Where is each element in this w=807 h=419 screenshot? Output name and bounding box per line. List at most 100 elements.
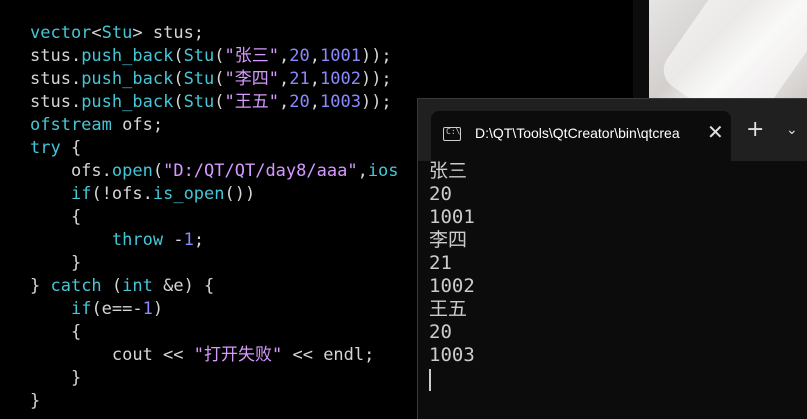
code-token: ( (173, 46, 184, 66)
code-line: vector<Stu> stus; (30, 22, 399, 45)
code-line: throw -1; (30, 229, 399, 252)
new-tab-button[interactable]: + (746, 119, 764, 141)
code-token: (e==- (91, 299, 143, 319)
code-token: << endl; (282, 345, 375, 365)
code-token: ( (101, 276, 123, 296)
code-token: push_back (81, 46, 174, 66)
terminal-output[interactable]: 张三 20 1001 李四 21 1002 王五 20 1003 (429, 160, 475, 367)
code-token: 1001 (320, 46, 361, 66)
code-token: Stu (183, 46, 215, 66)
code-token: 20 (289, 92, 310, 112)
code-line: } (30, 367, 399, 390)
close-icon[interactable]: ✕ (707, 122, 724, 142)
code-token: ) (152, 299, 164, 319)
background-shape (655, 0, 807, 100)
code-token: try (30, 138, 61, 158)
code-token: , (279, 69, 290, 89)
code-token: throw (111, 230, 164, 250)
code-line: ofs.open("D:/QT/QT/day8/aaa",ios (30, 160, 399, 183)
code-token: , (309, 46, 320, 66)
code-token: ( (152, 161, 164, 181)
code-token: "张三" (224, 46, 280, 66)
code-line: stus.push_back(Stu("张三",20,1001)); (30, 45, 399, 68)
code-token: "D:/QT/QT/day8/aaa" (163, 161, 358, 181)
code-line: if(!ofs.is_open()) (30, 183, 399, 206)
code-token: ( (214, 69, 225, 89)
code-token: } (30, 253, 82, 273)
code-text[interactable]: vector<Stu> stus; stus.push_back(Stu("张三"… (30, 22, 399, 413)
terminal-window[interactable]: C:\ D:\QT\Tools\QtCreator\bin\qtcreator_… (417, 98, 807, 419)
code-token: ( (214, 46, 225, 66)
code-token: Stu (183, 92, 215, 112)
code-line: cout << "打开失败" << endl; (30, 344, 399, 367)
code-token: "李四" (224, 69, 280, 89)
code-line: { (30, 321, 399, 344)
code-token: ofs. (30, 161, 112, 181)
desktop-background-image (633, 0, 807, 100)
code-token: )); (360, 46, 392, 66)
code-token: "王五" (224, 92, 280, 112)
background-photo (649, 0, 807, 100)
code-token: push_back (81, 92, 174, 112)
code-token: "打开失败" (193, 345, 283, 365)
code-token: push_back (81, 69, 174, 89)
code-token: { (30, 322, 82, 342)
output-line: 张三 (429, 160, 468, 182)
code-token: int (122, 276, 153, 296)
output-line: 1003 (429, 344, 475, 366)
terminal-tab[interactable]: C:\ D:\QT\Tools\QtCreator\bin\qtcreator_… (431, 111, 731, 161)
code-token: vector (30, 23, 92, 43)
output-line: 21 (429, 252, 452, 274)
code-token: 1 (142, 299, 153, 319)
output-line: 1002 (429, 275, 475, 297)
code-token: , (309, 69, 320, 89)
code-line: try { (30, 137, 399, 160)
code-token: stus. (30, 69, 82, 89)
code-token: if (70, 184, 92, 204)
code-token: )); (360, 92, 392, 112)
code-token: if (70, 299, 92, 319)
code-token: , (357, 161, 368, 181)
code-token: ofstream (30, 115, 112, 135)
code-token: ofs; (111, 115, 164, 135)
code-token: ( (173, 92, 184, 112)
terminal-tab-bar: C:\ D:\QT\Tools\QtCreator\bin\qtcreator_… (418, 99, 807, 161)
code-line: if(e==-1) (30, 298, 399, 321)
code-token: < (91, 23, 102, 43)
code-line: { (30, 206, 399, 229)
code-token: 1 (183, 230, 194, 250)
code-line: } (30, 390, 399, 413)
code-token: &e) { (152, 276, 215, 296)
console-icon: C:\ (443, 127, 461, 141)
code-token: ( (173, 69, 184, 89)
code-token: stus. (30, 46, 82, 66)
code-line: } (30, 252, 399, 275)
code-token: } (30, 368, 82, 388)
code-token: } (30, 276, 51, 296)
code-token: } (30, 391, 41, 411)
output-line: 20 (429, 183, 452, 205)
code-token: (!ofs. (91, 184, 153, 204)
code-line: ofstream ofs; (30, 114, 399, 137)
code-token: open (111, 161, 153, 181)
code-line: stus.push_back(Stu("王五",20,1003)); (30, 91, 399, 114)
code-token: { (30, 207, 82, 227)
code-token: ios (367, 161, 399, 181)
output-line: 王五 (429, 298, 468, 320)
code-line: stus.push_back(Stu("李四",21,1002)); (30, 68, 399, 91)
code-token: , (309, 92, 320, 112)
code-token: 1003 (320, 92, 361, 112)
code-token: stus. (30, 92, 82, 112)
code-token: Stu (183, 69, 215, 89)
code-token: ; (193, 230, 205, 250)
output-line: 20 (429, 321, 452, 343)
code-line: } catch (int &e) { (30, 275, 399, 298)
console-icon-label: C:\ (446, 127, 461, 136)
tab-title: D:\QT\Tools\QtCreator\bin\qtcreator_proc… (475, 125, 680, 141)
chevron-down-icon[interactable]: ⌄ (786, 121, 798, 139)
code-token: ( (214, 92, 225, 112)
code-token: cout << (30, 345, 194, 365)
code-token: Stu (101, 23, 133, 43)
